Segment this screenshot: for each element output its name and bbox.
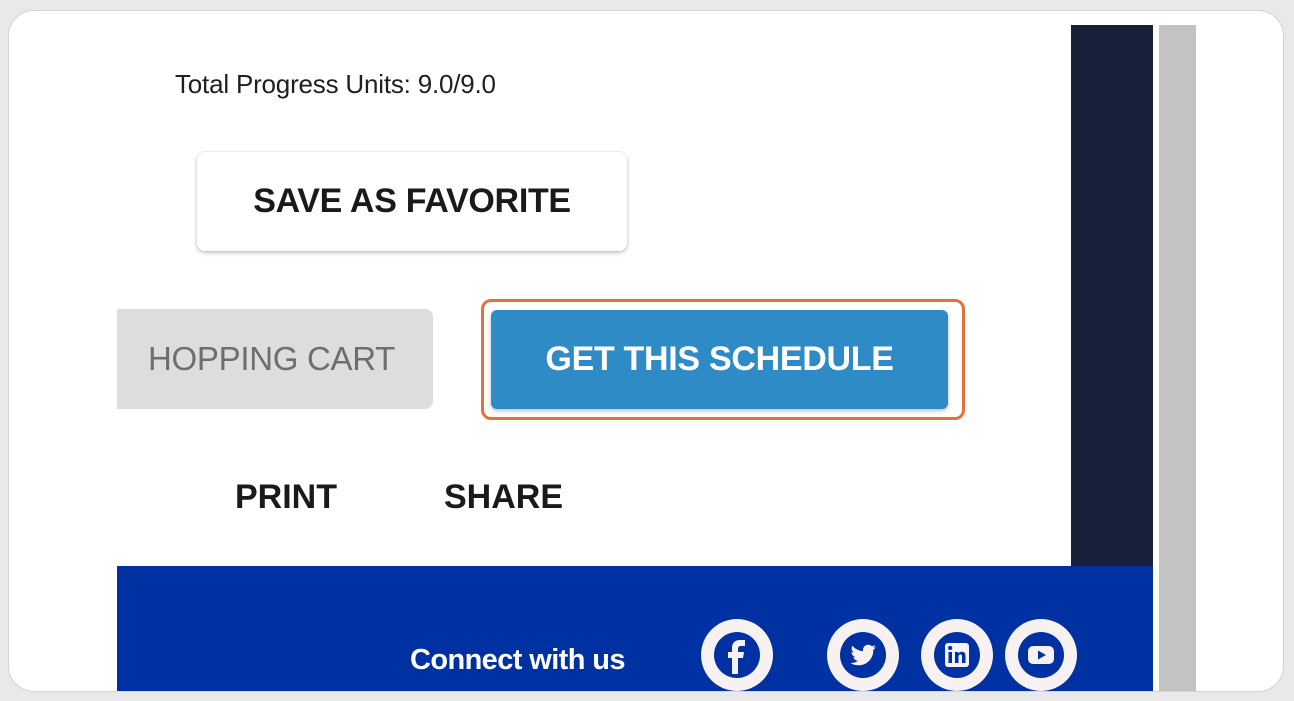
print-button[interactable]: PRINT	[235, 478, 337, 517]
youtube-icon[interactable]	[1005, 619, 1077, 691]
total-progress-units: Total Progress Units: 9.0/9.0	[175, 69, 496, 99]
linkedin-icon[interactable]	[921, 619, 993, 691]
twitter-icon[interactable]	[827, 619, 899, 691]
scrollbar-thumb[interactable]	[1159, 25, 1196, 691]
page-viewport: Total Progress Units: 9.0/9.0 SAVE AS FA…	[117, 25, 1196, 691]
connect-with-us-label: Connect with us	[410, 644, 626, 676]
get-this-schedule-button[interactable]: GET THIS SCHEDULE	[491, 310, 948, 409]
side-panel-strip	[1071, 25, 1153, 566]
screenshot-frame: Total Progress Units: 9.0/9.0 SAVE AS FA…	[8, 10, 1284, 692]
shopping-cart-button[interactable]: HOPPING CART	[117, 309, 433, 409]
share-button[interactable]: SHARE	[444, 478, 563, 517]
save-as-favorite-button[interactable]: SAVE AS FAVORITE	[197, 152, 627, 251]
footer: Connect with us	[117, 566, 1153, 691]
facebook-icon[interactable]	[701, 619, 773, 691]
